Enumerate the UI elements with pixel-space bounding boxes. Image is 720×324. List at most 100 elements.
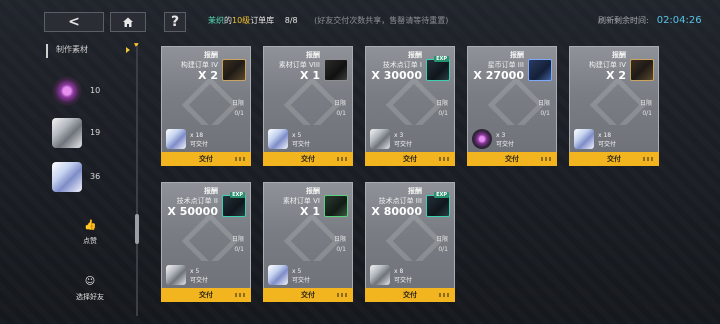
order-card[interactable]: 报酬 技术点订单 III X 80000 EXP 日限 0/1 x 8 可交付 …: [365, 182, 455, 302]
daily-limit: 日限 0/1: [436, 235, 448, 255]
cube-material-icon: [268, 265, 288, 285]
material-slot[interactable]: 19: [52, 118, 130, 150]
requirement-count: x 3: [394, 132, 404, 139]
requirement-count: x 18: [598, 132, 612, 139]
daily-limit-label: 日限: [333, 236, 346, 243]
requirement-count: x 8: [394, 268, 404, 275]
back-button[interactable]: <: [44, 12, 104, 32]
exp-chip-icon: EXP: [222, 192, 246, 217]
cube-material-icon: [166, 129, 186, 149]
exp-badge: EXP: [434, 56, 449, 62]
exp-chip-icon: EXP: [426, 56, 450, 81]
owner-name: 茉织: [208, 16, 224, 25]
cube-material-icon: [52, 162, 82, 192]
deliver-button[interactable]: 交付: [263, 152, 353, 166]
back-arrow-icon: <: [68, 14, 80, 30]
order-card[interactable]: 报酬 技术点订单 I X 30000 EXP 日限 0/1 x 3 可交付 交付: [365, 46, 455, 166]
reward-tag: 报酬: [612, 51, 626, 59]
select-friend-label: 选择好友: [76, 293, 104, 301]
star-coin-icon: [528, 59, 552, 81]
daily-limit-value: 0/1: [642, 110, 652, 117]
select-friend-button[interactable]: ☺ 选择好友: [62, 276, 118, 302]
order-card[interactable]: 报酬 构建订单 IV X 2 日限 0/1 x 18 可交付 交付: [569, 46, 659, 166]
deliver-button[interactable]: 交付: [161, 288, 251, 302]
requirement: x 3 可交付: [496, 131, 514, 149]
scrollbar-thumb[interactable]: [135, 214, 139, 244]
requirement-status: 可交付: [190, 277, 209, 284]
deliver-button[interactable]: 交付: [365, 288, 455, 302]
daily-limit-label: 日限: [537, 100, 550, 107]
crystal-material-icon: [370, 129, 390, 149]
friend-icon: ☺: [84, 276, 96, 287]
library-level: 10级: [232, 16, 251, 25]
requirement-count: x 5: [292, 268, 302, 275]
question-icon: ?: [170, 14, 180, 30]
daily-limit-value: 0/1: [438, 110, 448, 117]
reward-tag: 报酬: [204, 187, 218, 195]
materials-header: 制作素材: [46, 44, 130, 58]
order-card[interactable]: 报酬 素材订单 VI X 1 日限 0/1 x 5 可交付 交付: [263, 182, 353, 302]
requirement: x 18 可交付: [598, 131, 616, 149]
requirement-count: x 3: [496, 132, 506, 139]
deliver-button[interactable]: 交付: [263, 288, 353, 302]
scrollbar-track[interactable]: [136, 46, 138, 316]
deliver-button[interactable]: 交付: [365, 152, 455, 166]
requirement-status: 可交付: [292, 277, 311, 284]
crystal-material-icon: [370, 265, 390, 285]
share-note: (好友交付次数共享，售罄请等待重置): [314, 16, 449, 25]
orb-material-icon: [472, 129, 492, 149]
reward-tag: 报酬: [510, 51, 524, 59]
material-count: 19: [90, 128, 101, 137]
order-card[interactable]: 报酬 构建订单 IV X 2 日限 0/1 x 18 可交付 交付: [161, 46, 251, 166]
deliver-button[interactable]: 交付: [161, 152, 251, 166]
material-slot[interactable]: 36: [52, 162, 130, 194]
daily-limit-value: 0/1: [336, 246, 346, 253]
build-order-doc-icon: [222, 59, 246, 81]
daily-limit-label: 日限: [333, 100, 346, 107]
daily-limit: 日限 0/1: [232, 99, 244, 119]
daily-limit-value: 0/1: [234, 110, 244, 117]
deliver-button[interactable]: 交付: [569, 152, 659, 166]
order-card[interactable]: 报酬 素材订单 VIII X 1 日限 0/1 x 5 可交付 交付: [263, 46, 353, 166]
material-count: 36: [90, 172, 101, 181]
requirement-status: 可交付: [394, 277, 413, 284]
daily-limit: 日限 0/1: [232, 235, 244, 255]
requirement: x 5 可交付: [292, 131, 310, 149]
home-button[interactable]: [110, 12, 146, 32]
daily-limit-value: 0/1: [336, 110, 346, 117]
daily-limit: 日限 0/1: [334, 235, 346, 255]
requirement: x 5 可交付: [292, 267, 310, 285]
order-card[interactable]: 报酬 星币订单 III X 27000 日限 0/1 x 3 可交付 交付: [467, 46, 557, 166]
reward-tag: 报酬: [408, 187, 422, 195]
material-ticket-icon: [324, 195, 348, 217]
requirement-status: 可交付: [394, 141, 413, 148]
daily-limit-value: 0/1: [540, 110, 550, 117]
order-library-title: 茉织的10级订单库 8/8 (好友交付次数共享，售罄请等待重置): [208, 15, 448, 26]
exp-badge: EXP: [230, 192, 245, 198]
requirement-status: 可交付: [190, 141, 209, 148]
cube-material-icon: [268, 129, 288, 149]
daily-limit: 日限 0/1: [436, 99, 448, 119]
crystal-material-icon: [166, 265, 186, 285]
title-possessive: 的: [224, 16, 232, 25]
orb-material-icon: [52, 76, 82, 106]
daily-limit-label: 日限: [231, 100, 244, 107]
home-icon: [123, 17, 133, 27]
requirement-count: x 5: [190, 268, 200, 275]
material-slot[interactable]: 10: [52, 76, 130, 108]
requirement-status: 可交付: [496, 141, 515, 148]
reward-tag: 报酬: [204, 51, 218, 59]
cube-material-icon: [574, 129, 594, 149]
build-order-doc-icon: [630, 59, 654, 81]
requirement: x 8 可交付: [394, 267, 412, 285]
reward-tag: 报酬: [408, 51, 422, 59]
daily-limit-value: 0/1: [438, 246, 448, 253]
order-card[interactable]: 报酬 技术点订单 II X 50000 EXP 日限 0/1 x 5 可交付 交…: [161, 182, 251, 302]
requirement: x 5 可交付: [190, 267, 208, 285]
deliver-button[interactable]: 交付: [467, 152, 557, 166]
requirement-status: 可交付: [292, 141, 311, 148]
daily-limit-label: 日限: [435, 100, 448, 107]
reward-tag: 报酬: [306, 187, 320, 195]
like-button[interactable]: 👍 点赞: [62, 220, 118, 246]
help-button[interactable]: ?: [164, 12, 186, 32]
